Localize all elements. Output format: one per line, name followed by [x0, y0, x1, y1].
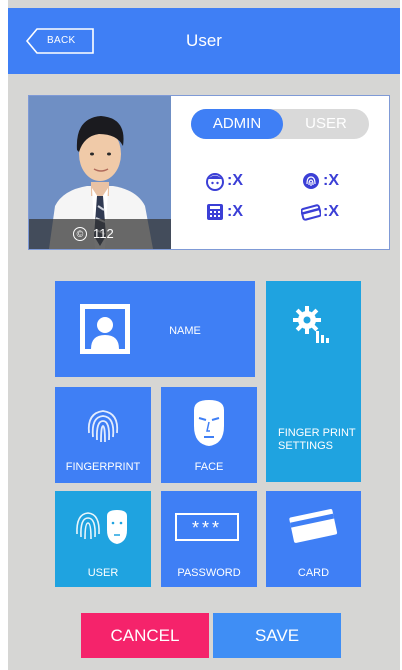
user-photo[interactable]: © 112: [29, 96, 171, 249]
card-icon: [289, 509, 338, 543]
role-admin-option[interactable]: ADMIN: [191, 109, 283, 139]
card-status-value: :X: [323, 203, 339, 220]
gear-settings-icon: [293, 306, 329, 343]
password-status-value: :X: [227, 203, 243, 220]
fingerprint-settings-tile[interactable]: FINGER PRINT SETTINGS: [266, 281, 361, 482]
top-bar: BACK User: [8, 8, 400, 74]
password-mask: ***: [191, 518, 222, 538]
face-status: :X: [205, 171, 265, 191]
user-tile-label: USER: [87, 567, 119, 579]
face-status-value: :X: [227, 172, 243, 189]
fingerprint-status-value: :X: [323, 172, 339, 189]
password-tile[interactable]: *** PASSWORD: [161, 491, 257, 587]
name-tile[interactable]: NAME: [55, 281, 255, 377]
user-profile-card: © 112 ADMIN USER :X :X :X:X: [28, 95, 390, 250]
fingerprint-tile[interactable]: FINGERPRINT: [55, 387, 151, 483]
face-status-icon: [206, 173, 224, 191]
password-field-icon: ***: [175, 513, 239, 541]
fingerprint-status: :X: [301, 171, 361, 191]
password-tile-label: PASSWORD: [177, 567, 241, 579]
card-status-icon: [301, 204, 321, 221]
role-toggle: ADMIN USER: [191, 109, 369, 139]
face-tile-label: FACE: [194, 461, 224, 473]
fingerprint-settings-label: FINGER PRINT SETTINGS: [278, 427, 356, 452]
face-tile[interactable]: FACE: [161, 387, 257, 483]
face-mask-icon: [194, 400, 224, 446]
user-id-number: 112: [93, 226, 114, 241]
card-tile[interactable]: CARD: [266, 491, 361, 587]
password-status: :X: [205, 202, 265, 222]
id-icon: ©: [73, 227, 87, 241]
keypad-icon: [207, 204, 223, 220]
name-tile-label: NAME: [169, 325, 201, 337]
fingerprint-tile-label: FINGERPRINT: [65, 461, 141, 473]
page-title: User: [186, 31, 222, 50]
cancel-button[interactable]: CANCEL: [81, 613, 209, 658]
user-id-bar: © 112: [29, 219, 171, 249]
save-button[interactable]: SAVE: [213, 613, 341, 658]
role-user-option[interactable]: USER: [283, 109, 369, 139]
person-icon: [80, 304, 130, 354]
card-status: :X: [301, 202, 361, 222]
user-tile[interactable]: USER: [55, 491, 151, 587]
card-tile-label: CARD: [297, 567, 330, 579]
fingerprint-status-icon: [303, 173, 319, 189]
fingerprint-face-icon: [76, 510, 127, 544]
fingerprint-icon: [87, 410, 119, 443]
